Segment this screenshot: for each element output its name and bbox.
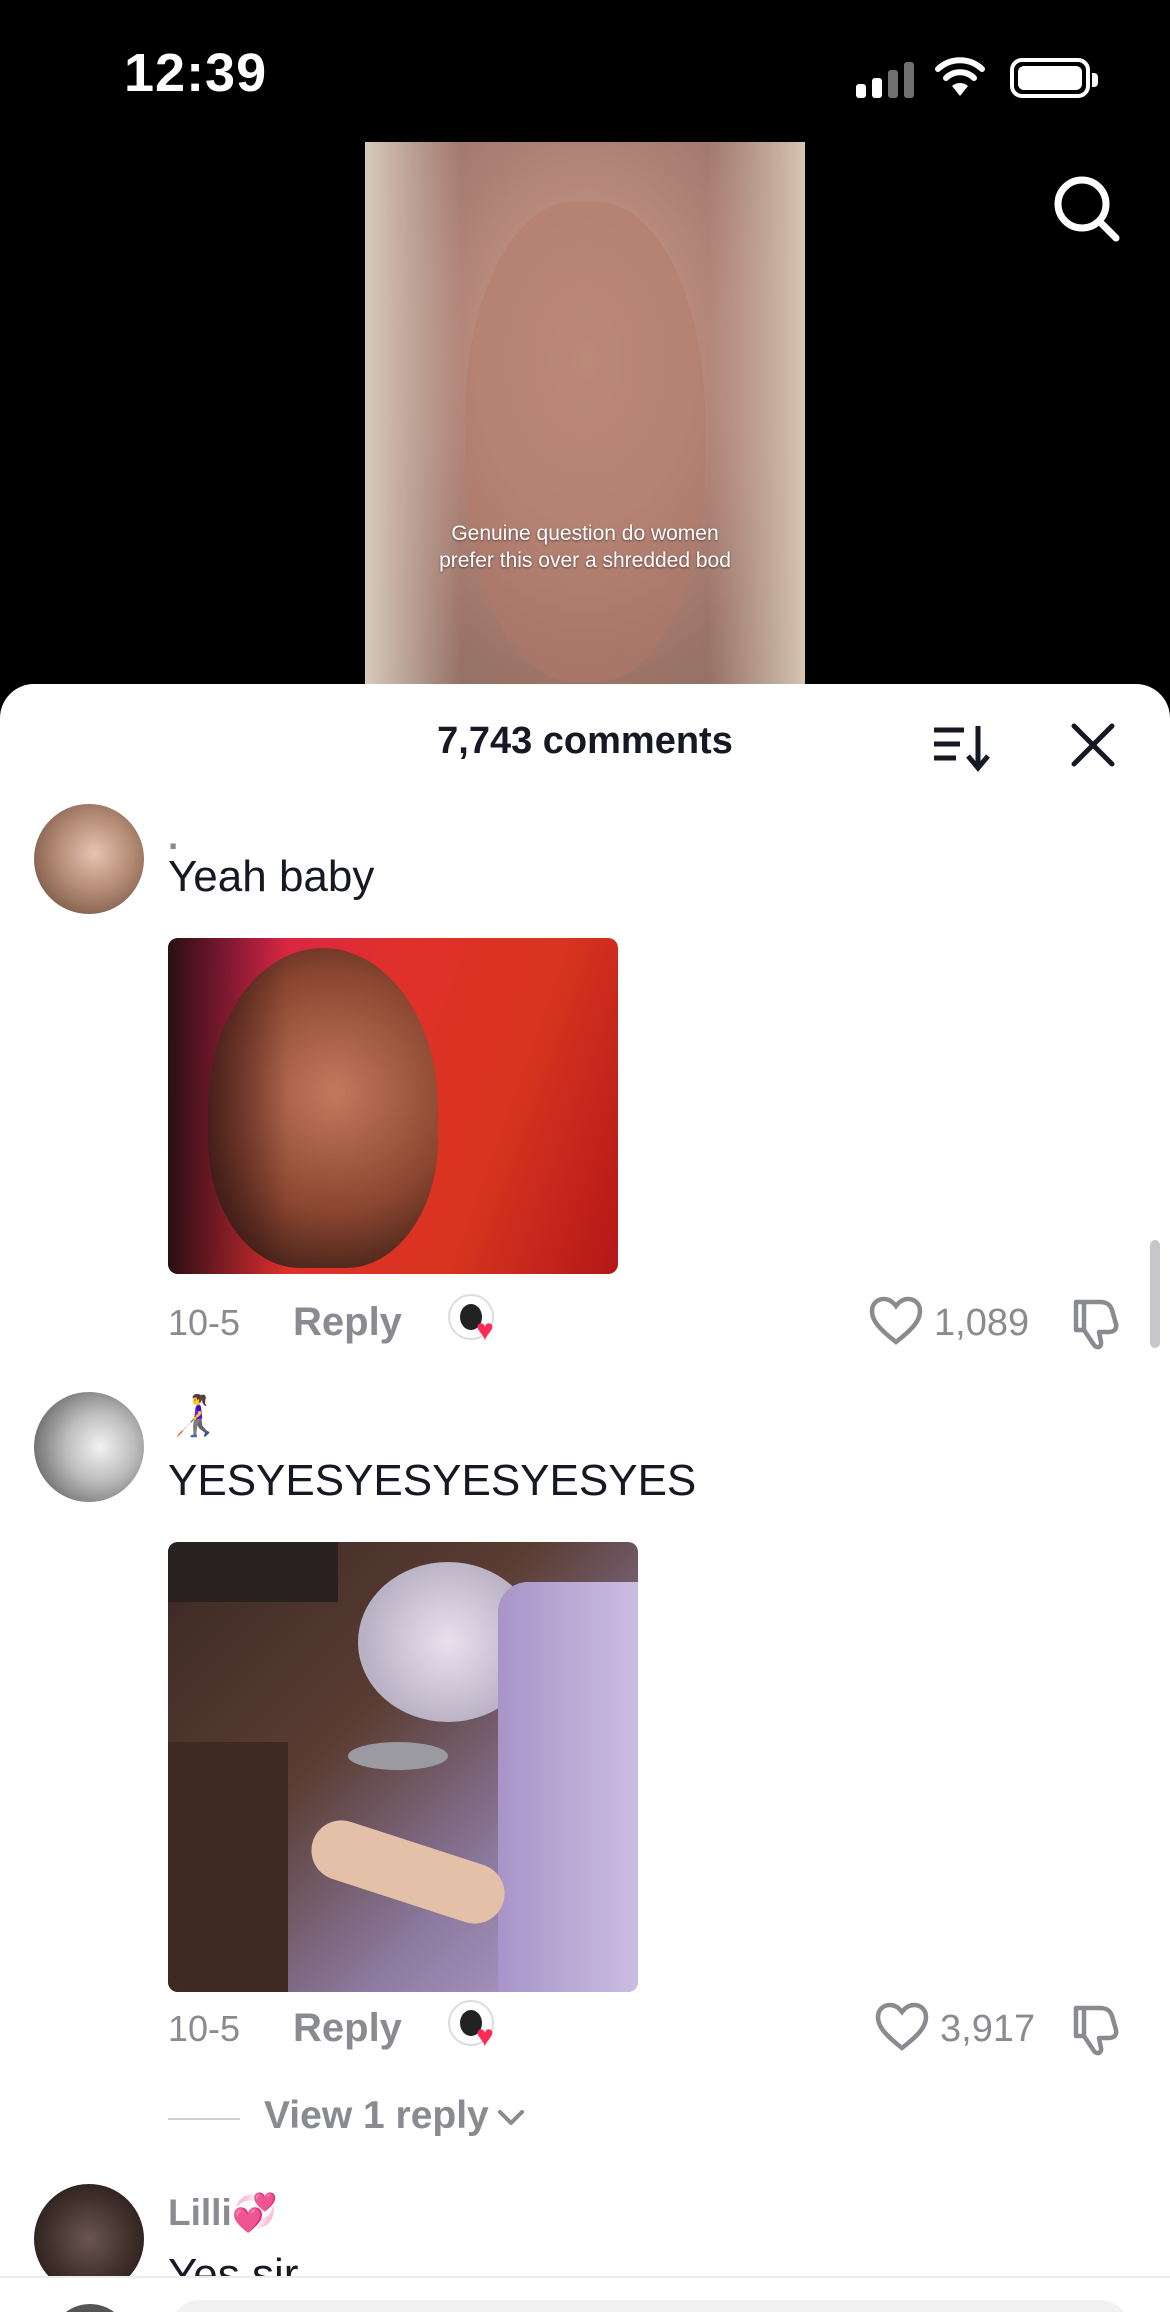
comment-gif[interactable] bbox=[168, 1542, 638, 1992]
creator-liked-badge: ♥ bbox=[448, 1294, 506, 1348]
comment-gif[interactable] bbox=[168, 938, 618, 1274]
comment-actions: 10-5 Reply ♥ 3,917 bbox=[168, 2000, 1128, 2060]
comment-actions: 10-5 Reply ♥ 1,089 bbox=[168, 1294, 1128, 1354]
my-avatar bbox=[50, 2304, 130, 2312]
view-replies-row: View 1 reply bbox=[0, 2088, 1170, 2148]
scrollbar[interactable] bbox=[1150, 1240, 1160, 1348]
creator-liked-badge: ♥ bbox=[448, 2000, 506, 2054]
like-group: 3,917 bbox=[874, 2000, 1128, 2060]
search-icon[interactable] bbox=[1050, 172, 1124, 246]
status-bar: 12:39 bbox=[0, 0, 1170, 140]
comment-date: 10-5 bbox=[168, 2008, 241, 2049]
sort-icon[interactable] bbox=[930, 720, 990, 774]
replies-divider bbox=[168, 2118, 240, 2120]
view-replies-label[interactable]: View 1 reply bbox=[264, 2094, 489, 2138]
comment-count: 7,743 comments bbox=[437, 720, 733, 762]
chevron-down-icon[interactable] bbox=[496, 2102, 526, 2132]
like-heart-icon[interactable] bbox=[874, 2002, 930, 2052]
comment-item: 👩‍🦯 YESYESYESYESYESYES bbox=[0, 1392, 1170, 2012]
heart-icon: ♥ bbox=[476, 2020, 494, 2053]
dislike-icon[interactable] bbox=[1070, 2000, 1128, 2056]
reply-button[interactable]: Reply bbox=[293, 2006, 402, 2051]
like-count: 3,917 bbox=[940, 2008, 1036, 2050]
comment-username[interactable]: 👩‍🦯 bbox=[168, 1392, 218, 1439]
add-comment-input[interactable] bbox=[170, 2300, 1130, 2312]
video-caption: Genuine question do women prefer this ov… bbox=[439, 522, 731, 572]
like-heart-icon[interactable] bbox=[868, 1296, 924, 1346]
comment-username[interactable]: Lilli💞 bbox=[168, 2192, 278, 2235]
video-thumbnail[interactable]: Genuine question do women prefer this ov… bbox=[365, 142, 805, 687]
reply-button[interactable]: Reply bbox=[293, 1300, 402, 1345]
close-icon[interactable] bbox=[1068, 720, 1118, 770]
comment-item: . Yeah baby bbox=[0, 804, 1170, 1304]
dislike-icon[interactable] bbox=[1070, 1294, 1128, 1350]
avatar[interactable] bbox=[34, 804, 144, 914]
status-time: 12:39 bbox=[124, 43, 268, 103]
like-count: 1,089 bbox=[934, 1302, 1030, 1344]
battery-icon bbox=[1010, 58, 1098, 98]
comment-text: YESYESYESYESYESYES bbox=[168, 1456, 697, 1505]
heart-icon: ♥ bbox=[476, 1314, 494, 1347]
cellular-signal-icon bbox=[856, 60, 914, 98]
wifi-icon bbox=[935, 57, 985, 96]
like-group: 1,089 bbox=[868, 1294, 1128, 1354]
comment-date: 10-5 bbox=[168, 1302, 241, 1343]
avatar[interactable] bbox=[34, 1392, 144, 1502]
comments-sheet: 7,743 comments . Yeah baby 10-5 Reply ♥ bbox=[0, 684, 1170, 2312]
comment-composer bbox=[0, 2276, 1170, 2312]
comments-header: 7,743 comments bbox=[0, 684, 1170, 804]
comment-text: Yeah baby bbox=[168, 852, 375, 901]
